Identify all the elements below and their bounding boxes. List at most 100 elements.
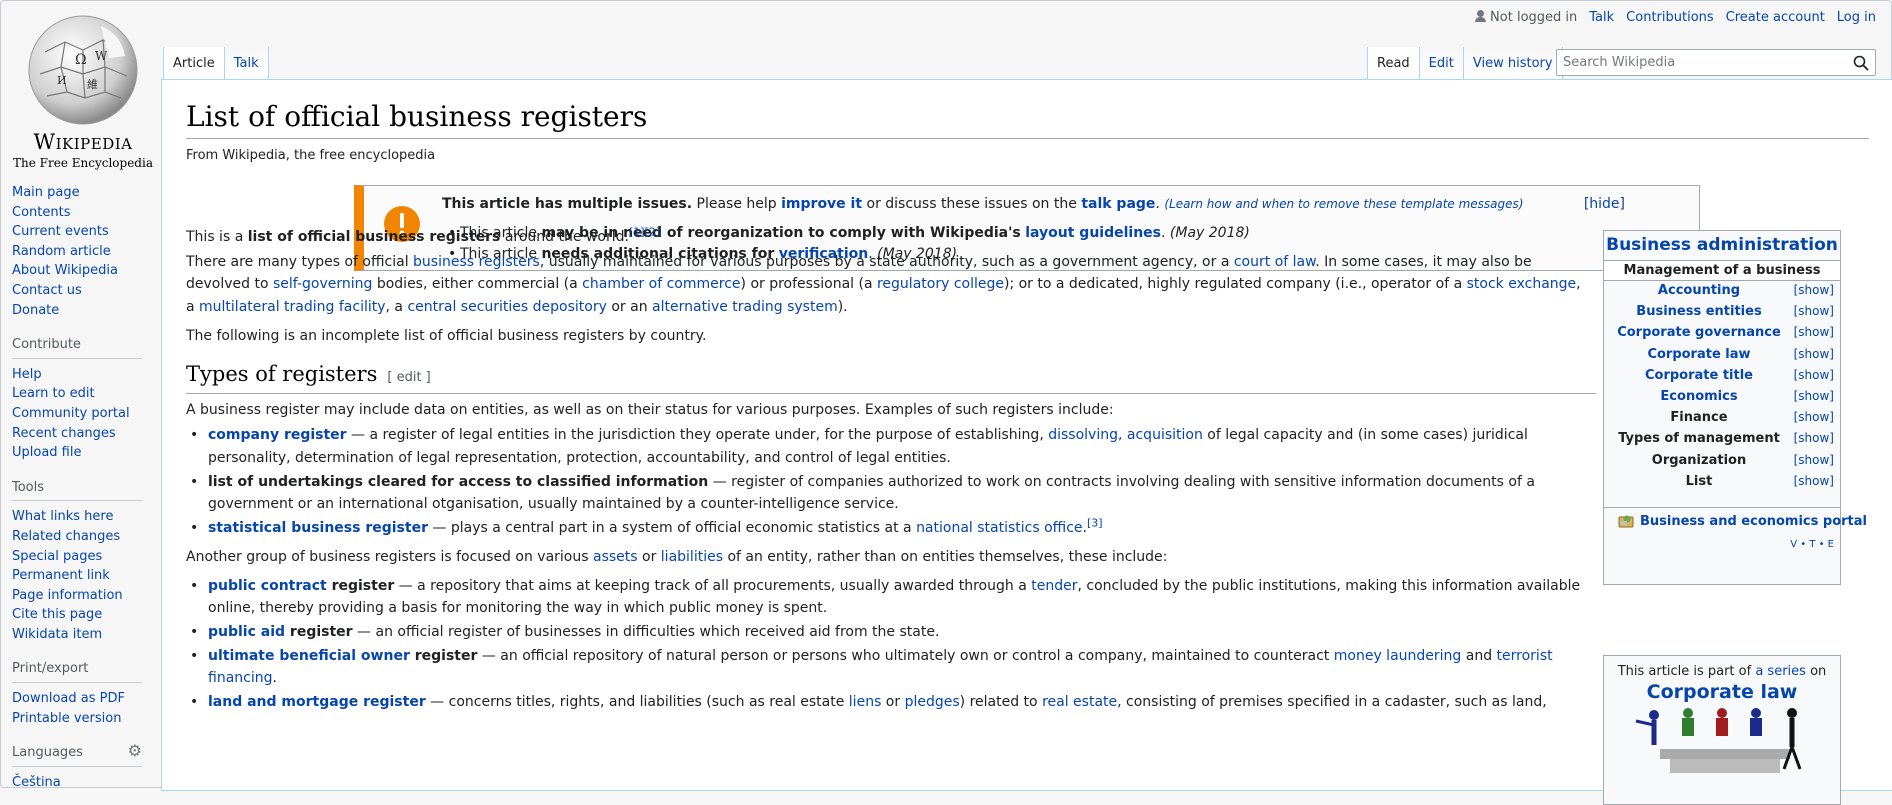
- sidebar-item-cite-this-page[interactable]: Cite this page: [12, 605, 162, 625]
- sidebar-item-page-information[interactable]: Page information: [12, 586, 162, 606]
- navbox-row-label[interactable]: Corporate governance: [1604, 325, 1794, 340]
- text: — an official repository of natural pers…: [477, 648, 1334, 664]
- ubo-link[interactable]: ultimate beneficial owner: [208, 648, 410, 664]
- navbox-row-label[interactable]: Accounting: [1604, 283, 1794, 298]
- show-toggle[interactable]: [show]: [1794, 474, 1834, 488]
- login-link[interactable]: Log in: [1837, 10, 1876, 25]
- liens-link[interactable]: liens: [849, 694, 882, 710]
- tender-link[interactable]: tender: [1031, 578, 1077, 594]
- site-sub: From Wikipedia, the free encyclopedia: [186, 148, 436, 163]
- sidebar-item-upload-file[interactable]: Upload file: [12, 443, 162, 463]
- liabilities-link[interactable]: liabilities: [661, 549, 723, 565]
- edit-section-link[interactable]: [ edit ]: [387, 370, 430, 385]
- navbox-row-label[interactable]: Economics: [1604, 389, 1794, 404]
- show-toggle[interactable]: [show]: [1794, 325, 1834, 339]
- learn-remove-link[interactable]: (Learn how and when to remove these temp…: [1164, 197, 1523, 211]
- sidebar-item-main-page[interactable]: Main page: [12, 183, 162, 203]
- sidebar-item-wikidata-item[interactable]: Wikidata item: [12, 625, 162, 645]
- tab-talk[interactable]: Talk: [224, 47, 269, 79]
- court-of-law-link[interactable]: court of law: [1234, 254, 1315, 270]
- real-estate-link[interactable]: real estate: [1042, 694, 1117, 710]
- sidebar-item-special-pages[interactable]: Special pages: [12, 547, 162, 567]
- business-registers-link[interactable]: business registers: [413, 254, 540, 270]
- tab-view-history[interactable]: View history: [1463, 47, 1563, 79]
- show-toggle[interactable]: [show]: [1794, 283, 1834, 297]
- vte-links[interactable]: V • T • E: [1790, 539, 1834, 550]
- series-title[interactable]: Corporate law: [1604, 681, 1840, 703]
- terrorist-link[interactable]: terrorist: [1497, 648, 1553, 664]
- assets-link[interactable]: assets: [593, 549, 638, 565]
- sidebar-item-printable-version[interactable]: Printable version: [12, 709, 162, 729]
- svg-text:И: И: [57, 74, 67, 87]
- csd-link[interactable]: central securities depository: [407, 299, 606, 315]
- personal-talk-link[interactable]: Talk: [1589, 10, 1614, 25]
- sidebar-item-related-changes[interactable]: Related changes: [12, 527, 162, 547]
- contributions-link[interactable]: Contributions: [1626, 10, 1714, 25]
- text: — plays a central part in a system of of…: [427, 520, 917, 536]
- self-governing-link[interactable]: self-governing: [273, 276, 372, 292]
- tab-read[interactable]: Read: [1367, 47, 1420, 79]
- sidebar-item-contents[interactable]: Contents: [12, 203, 162, 223]
- company-register-link[interactable]: company register: [208, 427, 347, 443]
- public-aid-link[interactable]: public aid: [208, 624, 285, 640]
- search-icon[interactable]: [1853, 55, 1869, 71]
- show-toggle[interactable]: [show]: [1794, 453, 1834, 467]
- navbox-row-label[interactable]: Business entities: [1604, 304, 1794, 319]
- ats-link[interactable]: alternative trading system: [652, 299, 838, 315]
- sidebar-item-learn-to-edit[interactable]: Learn to edit: [12, 384, 162, 404]
- tab-edit[interactable]: Edit: [1419, 47, 1464, 79]
- dissolving-link[interactable]: dissolving: [1048, 427, 1118, 443]
- financing-link[interactable]: financing: [208, 670, 273, 686]
- sidebar-item-community-portal[interactable]: Community portal: [12, 404, 162, 424]
- sidebar-item-about[interactable]: About Wikipedia: [12, 261, 162, 281]
- improve-link[interactable]: improve it: [781, 196, 862, 212]
- sidebar-item-current-events[interactable]: Current events: [12, 222, 162, 242]
- land-mortgage-register-link[interactable]: land and mortgage register: [208, 694, 426, 710]
- sidebar-item-what-links-here[interactable]: What links here: [12, 507, 162, 527]
- layout-guidelines-link[interactable]: layout guidelines: [1025, 225, 1161, 241]
- show-toggle[interactable]: [show]: [1794, 347, 1834, 361]
- text: ,: [1576, 276, 1581, 292]
- portal-link[interactable]: Business and economics portal: [1618, 513, 1867, 529]
- show-toggle[interactable]: [show]: [1794, 431, 1834, 445]
- show-toggle[interactable]: [show]: [1794, 410, 1834, 424]
- search-input[interactable]: Search Wikipedia: [1556, 49, 1876, 76]
- statistical-business-register-link[interactable]: statistical business register: [208, 520, 428, 536]
- navbox-row-label: Types of management: [1618, 431, 1780, 447]
- sidebar-item-help[interactable]: Help: [12, 365, 162, 385]
- stock-exchange-link[interactable]: stock exchange: [1467, 276, 1577, 292]
- talk-page-link[interactable]: talk page: [1081, 196, 1155, 212]
- sidebar-item-random-article[interactable]: Random article: [12, 242, 162, 262]
- national-statistics-office-link[interactable]: national statistics office: [916, 520, 1082, 536]
- navbox-row-label[interactable]: Corporate law: [1604, 347, 1794, 362]
- public-contract-link[interactable]: public contract: [208, 578, 327, 594]
- series-link[interactable]: a series: [1755, 664, 1806, 679]
- sidebar-item-permanent-link[interactable]: Permanent link: [12, 566, 162, 586]
- money-laundering-link[interactable]: money laundering: [1334, 648, 1462, 664]
- acquisition-link[interactable]: acquisition: [1127, 427, 1203, 443]
- show-toggle[interactable]: [show]: [1794, 368, 1834, 382]
- pledges-link[interactable]: pledges: [905, 694, 960, 710]
- show-toggle[interactable]: [show]: [1794, 304, 1834, 318]
- chamber-of-commerce-link[interactable]: chamber of commerce: [582, 276, 740, 292]
- sidebar-item-donate[interactable]: Donate: [12, 301, 162, 321]
- ref-link[interactable]: [3]: [1087, 516, 1103, 529]
- create-account-link[interactable]: Create account: [1726, 10, 1825, 25]
- regulatory-college-link[interactable]: regulatory college: [877, 276, 1004, 292]
- sidebar-item-language-cestina[interactable]: Čeština: [12, 773, 162, 793]
- ref-link[interactable]: [1][2]: [629, 225, 660, 238]
- sidebar-item-recent-changes[interactable]: Recent changes: [12, 424, 162, 444]
- hide-button[interactable]: [hide]: [1584, 196, 1625, 212]
- navbox-row: Types of management [show]: [1604, 431, 1840, 453]
- sidebar-item-download-pdf[interactable]: Download as PDF: [12, 689, 162, 709]
- intro-text-end: around the world.: [500, 229, 629, 245]
- show-toggle[interactable]: [show]: [1794, 389, 1834, 403]
- text: ) related to: [959, 694, 1043, 710]
- mtf-link[interactable]: multilateral trading facility: [199, 299, 385, 315]
- wikipedia-logo[interactable]: Ω W И 維 Wikipedia The Free Encyclopedia: [8, 12, 158, 170]
- gear-icon[interactable]: ⚙: [128, 741, 142, 761]
- tab-article[interactable]: Article: [163, 47, 225, 79]
- navbox-row-label[interactable]: Corporate title: [1604, 368, 1794, 383]
- navbox-title[interactable]: Business administration: [1604, 235, 1840, 255]
- sidebar-item-contact[interactable]: Contact us: [12, 281, 162, 301]
